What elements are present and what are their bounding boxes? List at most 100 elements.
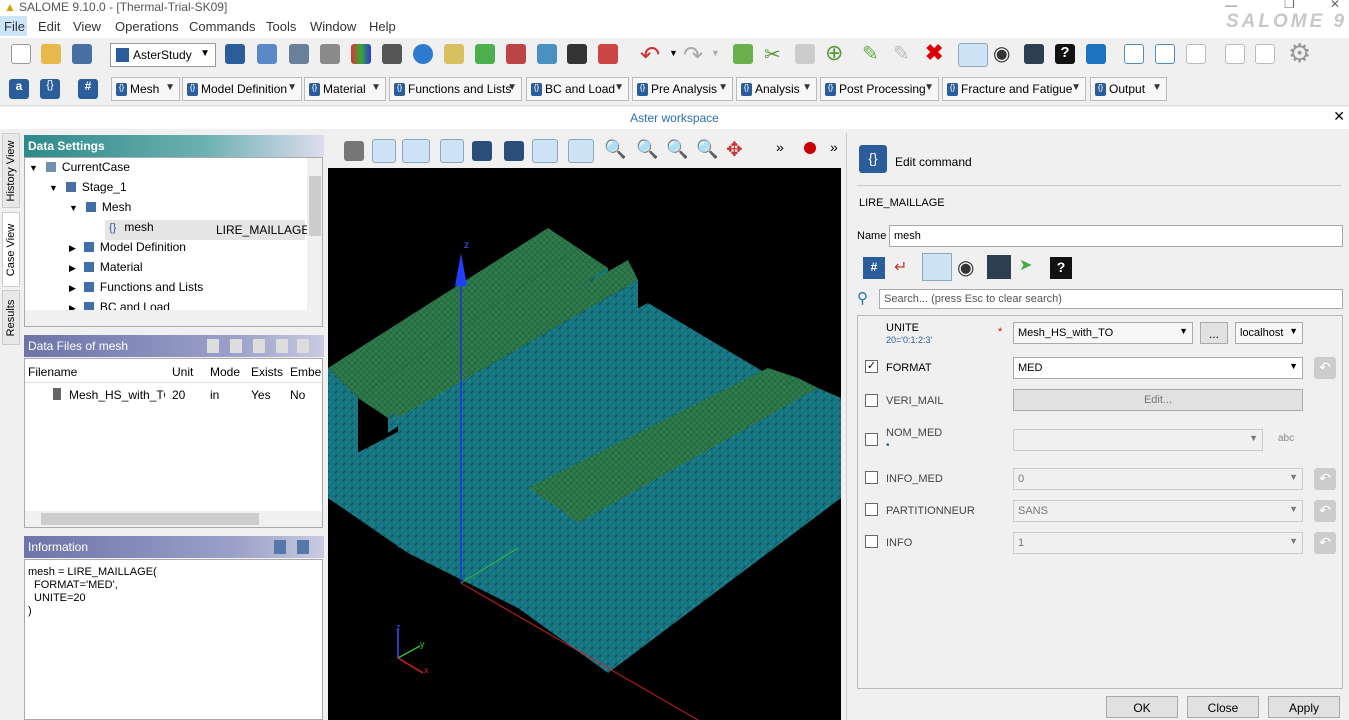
tree-item-currentcase[interactable]: ▼ CurrentCase [29, 160, 130, 180]
edit-file-icon[interactable] [230, 339, 242, 353]
tree-vscrollbar[interactable] [307, 158, 322, 310]
export-icon[interactable] [1186, 44, 1206, 64]
nom-med-checkbox[interactable] [865, 433, 878, 446]
shaper-icon[interactable] [320, 44, 340, 64]
add-file-icon[interactable] [207, 339, 219, 353]
translate-icon[interactable] [1086, 44, 1106, 64]
text-mode-icon[interactable]: abc [1278, 433, 1294, 444]
menu-operations[interactable]: Operations [115, 19, 179, 34]
browse-button[interactable]: ... [1200, 322, 1228, 344]
show-hide-icon[interactable] [922, 253, 952, 281]
close-button[interactable]: Close [1187, 696, 1259, 718]
model-definition-dropdown[interactable]: {} Model Definition ▼ [182, 77, 302, 101]
format-checkbox[interactable]: ✓ [865, 360, 878, 373]
tab-case-view[interactable]: Case View [2, 212, 20, 287]
asterstudy-module-icon[interactable] [225, 44, 245, 64]
mesh-module-icon[interactable] [257, 44, 277, 64]
pre-analysis-dropdown[interactable]: {} Pre Analysis ▼ [632, 77, 733, 101]
reset-partitionneur-icon[interactable]: ↶ [1314, 500, 1336, 522]
partitionneur-checkbox[interactable] [865, 503, 878, 516]
undo-icon[interactable]: ↶ [640, 41, 660, 70]
redo-menu-icon[interactable]: ▼ [711, 48, 720, 58]
comment-icon[interactable]: # [863, 257, 885, 279]
name-field[interactable]: mesh [889, 225, 1343, 247]
go-to-icon[interactable] [297, 339, 309, 353]
info-cursor-icon[interactable]: ➤ [1019, 255, 1032, 275]
tree-item-material[interactable]: ▶ Material [69, 260, 143, 280]
fracture-fatigue-dropdown[interactable]: {} Fracture and Fatigue ▼ [942, 77, 1086, 101]
eye-icon[interactable]: ◉ [993, 41, 1010, 66]
tool-icon[interactable] [506, 44, 526, 64]
module-selector[interactable]: AsterStudy ▼ [110, 43, 216, 67]
zoom-icon[interactable]: 🔍 [604, 139, 626, 160]
add-variable-icon[interactable]: a [9, 79, 29, 99]
open-folder-icon[interactable] [41, 44, 61, 64]
files-hscrollbar[interactable] [25, 511, 322, 527]
menu-commands[interactable]: Commands [189, 19, 255, 34]
tab-history-view[interactable]: History View [2, 133, 20, 208]
edit-info-icon[interactable] [274, 540, 286, 554]
col-mode[interactable]: Mode [210, 365, 240, 379]
stage-graphical-icon[interactable] [1255, 44, 1275, 64]
zoom-window-icon[interactable]: 🔍 [636, 139, 658, 160]
apply-button[interactable]: Apply [1268, 696, 1340, 718]
col-embedded[interactable]: Embe [290, 365, 321, 379]
gear-icon[interactable]: ⚙ [1288, 38, 1311, 69]
post-processing-dropdown[interactable]: {} Post Processing ▼ [820, 77, 939, 101]
trihedron-icon[interactable] [402, 139, 430, 163]
add-comment-icon[interactable]: # [78, 79, 98, 99]
mesh-category-dropdown[interactable]: {} Mesh ▼ [111, 77, 180, 101]
globe-icon[interactable] [413, 44, 433, 64]
nom-med-select[interactable]: ▼ [1013, 429, 1263, 451]
tree-item-stage[interactable]: ▼ Stage_1 [49, 180, 127, 200]
select-icon[interactable] [440, 139, 464, 163]
yacs-icon[interactable] [382, 44, 402, 64]
analysis-dropdown[interactable]: {} Analysis ▼ [736, 77, 817, 101]
close-workspace-icon[interactable]: ✕ [1333, 108, 1345, 125]
table-row[interactable]: Mesh_HS_with_TO 20 in Yes No [25, 385, 322, 405]
3d-viewport[interactable]: z z y x [328, 168, 841, 720]
tree-item-functions-lists[interactable]: ▶ Functions and Lists [69, 280, 203, 300]
info-select[interactable]: 1 ▼ [1013, 532, 1303, 554]
paravis-icon[interactable] [351, 44, 371, 64]
help-icon[interactable]: ? [1055, 44, 1075, 64]
veri-mail-checkbox[interactable] [865, 394, 878, 407]
zoom-out-icon[interactable]: 🔍 [696, 139, 718, 160]
stage-text-icon[interactable] [1225, 44, 1245, 64]
mouse-icon[interactable] [372, 139, 396, 163]
tree-item-mesh[interactable]: {} mesh LIRE_MAILLAGE [105, 220, 309, 240]
info-checkbox[interactable] [865, 535, 878, 548]
tree-hscrollbar[interactable] [25, 310, 322, 326]
display-icon[interactable] [1024, 44, 1044, 64]
remove-file-icon[interactable] [276, 339, 288, 353]
menu-edit[interactable]: Edit [38, 19, 60, 34]
info-med-checkbox[interactable] [865, 471, 878, 484]
eye-icon[interactable]: ◉ [957, 255, 974, 280]
document-icon[interactable] [444, 44, 464, 64]
save-icon[interactable] [72, 44, 92, 64]
pan-axis-icon[interactable] [568, 139, 594, 163]
tree-item-mesh-category[interactable]: ▼ Mesh [69, 200, 131, 220]
paste-icon[interactable] [795, 44, 815, 64]
info-med-select[interactable]: 0 ▼ [1013, 468, 1303, 490]
network-icon[interactable] [567, 44, 587, 64]
undo-menu-icon[interactable]: ▼ [669, 48, 678, 58]
pan-icon[interactable]: ✥ [726, 137, 743, 162]
functions-lists-dropdown[interactable]: {} Functions and Lists ▼ [389, 77, 522, 101]
cut-icon[interactable]: ✂ [764, 42, 781, 67]
link-icon[interactable]: ↵ [894, 257, 918, 279]
veri-mail-edit-button[interactable]: Edit... [1013, 389, 1303, 411]
format-select[interactable]: MED ▼ [1013, 357, 1303, 379]
copy-icon[interactable] [733, 44, 753, 64]
add-stage-icon[interactable] [1124, 44, 1144, 64]
more-icon[interactable]: » [830, 139, 838, 155]
import-stage-icon[interactable] [1155, 44, 1175, 64]
graph-icon[interactable] [537, 44, 557, 64]
col-filename[interactable]: Filename [28, 365, 77, 379]
partitionneur-select[interactable]: SANS ▼ [1013, 500, 1303, 522]
cube-icon[interactable] [475, 44, 495, 64]
camera-icon[interactable] [344, 141, 364, 161]
edit-icon[interactable]: ✎ [862, 41, 879, 66]
menu-help[interactable]: Help [369, 19, 396, 34]
col-exists[interactable]: Exists [251, 365, 283, 379]
